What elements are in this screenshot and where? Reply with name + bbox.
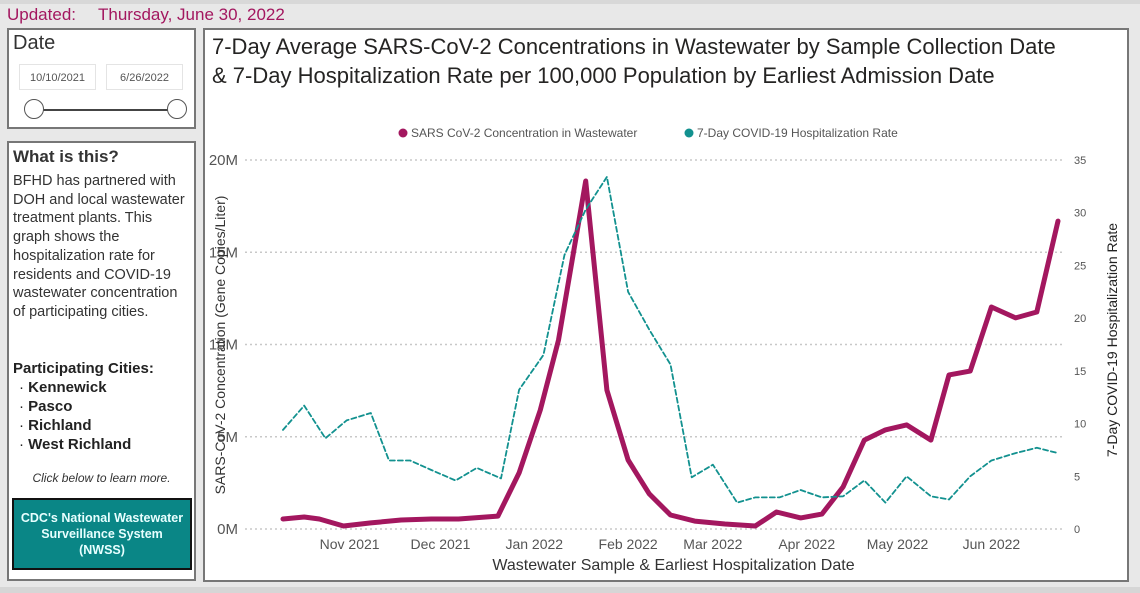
x-tick-label: Mar 2022: [683, 536, 742, 552]
x-tick-label: Dec 2021: [410, 536, 470, 552]
y-axis-title: SARS-CoV-2 Concentration (Gene Copies/Li…: [212, 196, 228, 495]
x-tick-label: Jun 2022: [963, 536, 1021, 552]
legend-marker-0: [398, 128, 408, 138]
series-line-wastewater: [280, 178, 1061, 529]
y-tick-label: 20M: [209, 152, 238, 169]
x-tick-label: May 2022: [867, 536, 929, 552]
y2-tick-label: 10: [1074, 419, 1086, 431]
x-tick-label: Jan 2022: [505, 536, 563, 552]
legend-label-1: 7-Day COVID-19 Hospitalization Rate: [697, 126, 898, 140]
bottom-bar: [0, 587, 1140, 593]
y-tick-label: 0M: [217, 521, 238, 538]
legend-label-0: SARS CoV-2 Concentration in Wastewater: [411, 126, 637, 140]
y2-axis-title: 7-Day COVID-19 Hospitalization Rate: [1104, 223, 1120, 457]
y2-tick-label: 15: [1074, 366, 1086, 378]
series-line-hospitalization: [282, 175, 1059, 504]
x-tick-label: Feb 2022: [599, 536, 658, 552]
y2-tick-label: 5: [1074, 471, 1080, 483]
y2-tick-label: 0: [1074, 524, 1080, 536]
x-axis-title: Wastewater Sample & Earliest Hospitaliza…: [492, 557, 854, 574]
y2-tick-label: 25: [1074, 260, 1086, 272]
legend-marker-1: [684, 128, 694, 138]
x-tick-label: Apr 2022: [778, 536, 835, 552]
chart-svg: 0M5M10M15M20M05101520253035Nov 2021 Dec 2…: [209, 126, 1120, 574]
y2-tick-label: 20: [1074, 313, 1086, 325]
x-tick-label: Nov 2021: [320, 536, 380, 552]
y2-tick-label: 35: [1074, 155, 1086, 167]
y2-tick-label: 30: [1074, 208, 1086, 220]
